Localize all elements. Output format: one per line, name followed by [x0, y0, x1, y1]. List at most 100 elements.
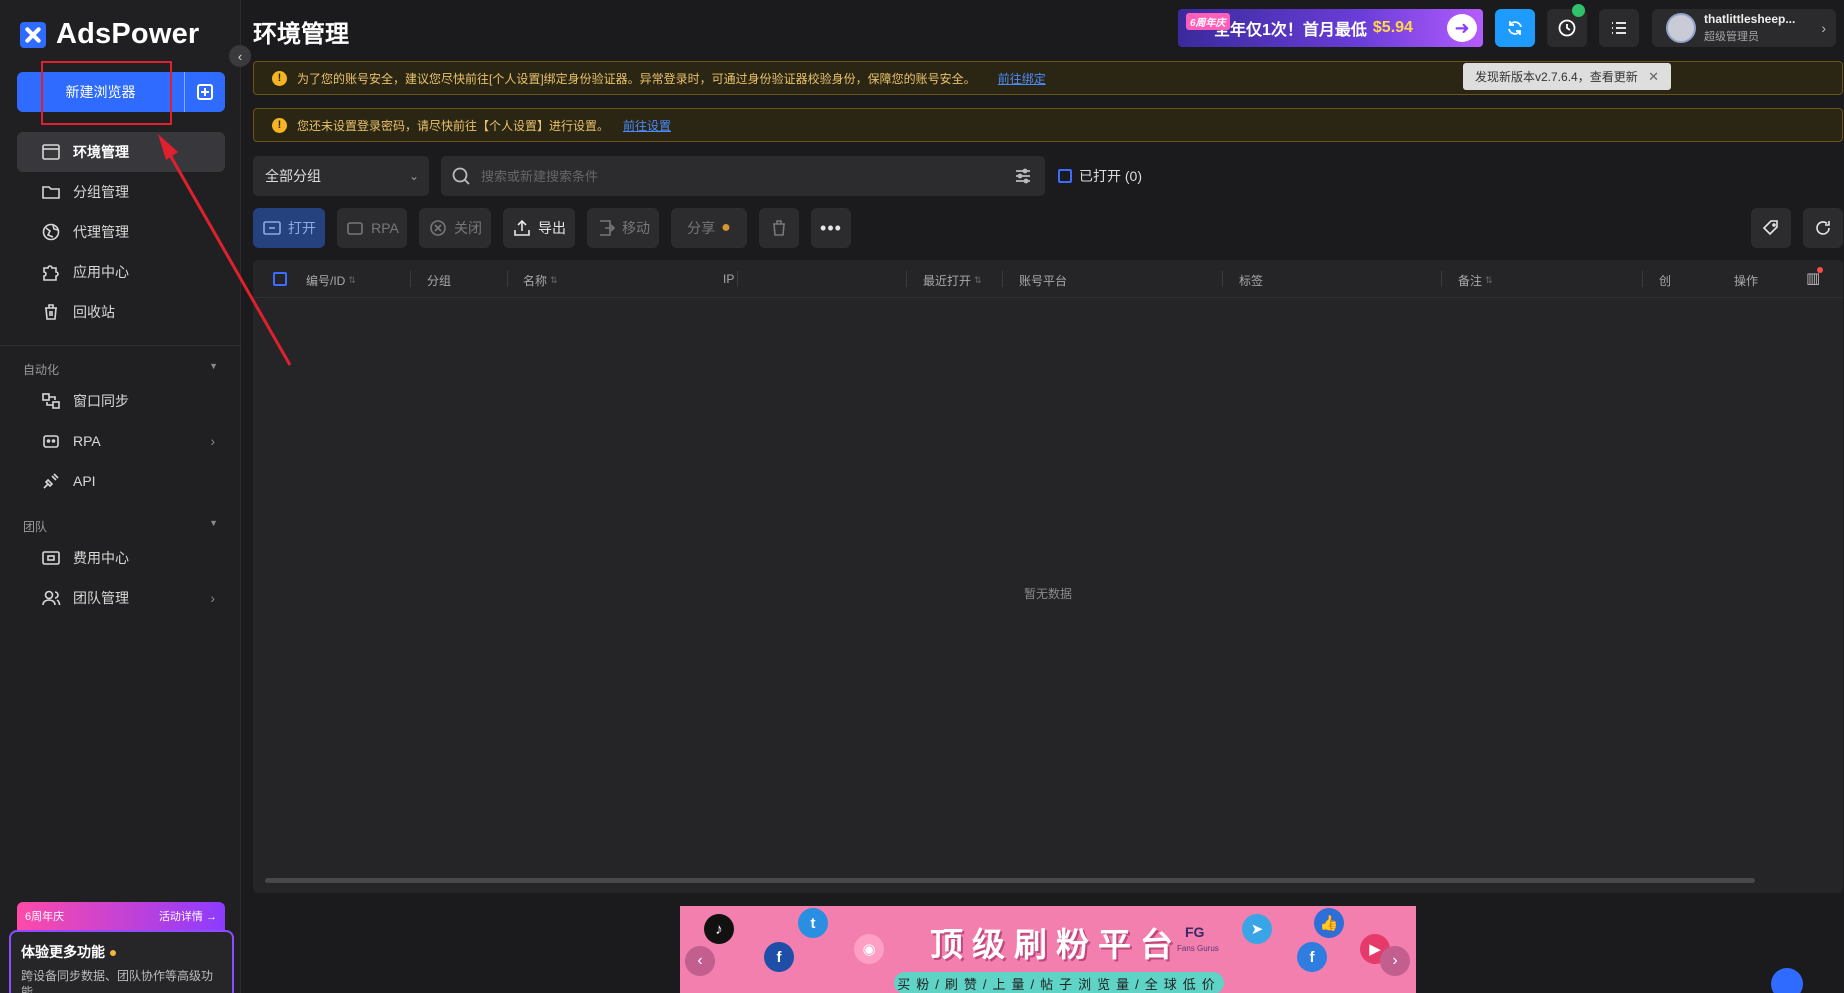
task-list-button[interactable]: [1599, 9, 1639, 47]
table-header: 编号/ID ⇅ 分组 名称 ⇅ IP 最近打开 ⇅ 账号平台 标签 备注 ⇅ 创 操作 …: [253, 260, 1843, 298]
sidebar-item-rpa[interactable]: RPA ›: [17, 421, 225, 461]
tag-button[interactable]: [1751, 208, 1791, 248]
anniversary-promo-bar[interactable]: 6周年庆 活动详情 →: [17, 902, 225, 930]
export-label: 导出: [538, 220, 566, 236]
automation-section-header[interactable]: 自动化 ▼: [23, 361, 218, 378]
sidebar-item-label: API: [73, 473, 96, 489]
column-divider: [737, 271, 738, 287]
sidebar-item-app-center[interactable]: 应用中心: [17, 252, 225, 292]
automation-nav: 窗口同步 RPA › API: [17, 381, 225, 501]
update-check-badge: [1572, 4, 1585, 17]
promo-details-link[interactable]: 活动详情 →: [159, 908, 217, 924]
search-bar: [441, 156, 1045, 196]
sidebar-item-billing[interactable]: 费用中心: [17, 538, 225, 578]
anniversary-banner-ad[interactable]: 6周年庆 全年仅1次！首月最低 $5.94 ➜: [1178, 9, 1483, 47]
upgrade-promo-card[interactable]: 体验更多功能 ● 跨设备同步数据、团队协作等高级功能: [9, 930, 234, 993]
opened-label: 已打开 (0): [1079, 168, 1142, 184]
new-browser-button[interactable]: 新建浏览器: [17, 72, 185, 112]
column-header-name[interactable]: 名称 ⇅: [523, 272, 558, 289]
more-button[interactable]: •••: [811, 208, 851, 248]
column-divider: [906, 271, 907, 287]
column-header-notes[interactable]: 备注 ⇅: [1458, 272, 1493, 289]
team-section-header[interactable]: 团队 ▼: [23, 518, 218, 535]
column-header-platform[interactable]: 账号平台: [1019, 272, 1067, 289]
arrow-right-icon: ➜: [1447, 14, 1477, 42]
close-browser-button[interactable]: 关闭: [419, 208, 491, 248]
add-box-icon: [197, 84, 213, 100]
horizontal-scrollbar[interactable]: [265, 878, 1755, 883]
opened-filter[interactable]: 已打开 (0): [1058, 166, 1142, 186]
user-name: thatlittlesheep...: [1704, 12, 1796, 26]
sync-app-button[interactable]: [1495, 9, 1535, 47]
filter-settings-icon[interactable]: [1013, 166, 1033, 186]
caret-down-icon: ▼: [209, 361, 218, 371]
user-role: 超级管理员: [1704, 31, 1759, 43]
main-nav: 环境管理 分组管理 代理管理 应用中心 回收站: [17, 132, 225, 332]
share-button[interactable]: 分享 ●: [671, 208, 747, 248]
update-tooltip[interactable]: 发现新版本v2.7.6.4，查看更新 ✕: [1463, 63, 1671, 90]
update-button[interactable]: [1547, 4, 1587, 47]
sidebar-item-groups[interactable]: 分组管理: [17, 172, 225, 212]
column-header-ip[interactable]: IP: [723, 272, 734, 286]
move-icon: [600, 220, 616, 236]
sidebar-item-trash[interactable]: 回收站: [17, 292, 225, 332]
fans-gurus-logo-icon: FG: [1185, 924, 1205, 940]
team-label: 团队: [23, 520, 48, 534]
sidebar-item-label: 环境管理: [73, 144, 129, 160]
facebook-icon: f: [764, 942, 794, 972]
column-header-created[interactable]: 创: [1659, 272, 1671, 289]
select-all-checkbox[interactable]: [273, 272, 287, 286]
instagram-icon: ◉: [854, 934, 884, 964]
export-button[interactable]: 导出: [503, 208, 575, 248]
refresh-button[interactable]: [1803, 208, 1843, 248]
batch-add-button[interactable]: [185, 72, 225, 112]
fans-gurus-ad-banner[interactable]: ‹ ♪ f t ◉ 顶级刷粉平台 FG Fans Gurus ➤ 👍 f ▶ ›…: [680, 906, 1416, 993]
sidebar-divider: [0, 345, 241, 346]
move-button[interactable]: 移动: [587, 208, 659, 248]
ad-next-button[interactable]: ›: [1380, 946, 1410, 976]
promo-badge: 6周年庆: [25, 911, 65, 923]
collapse-sidebar-button[interactable]: ‹: [229, 45, 251, 67]
rpa-label: RPA: [371, 220, 399, 236]
notification-dot: [1817, 267, 1823, 273]
proxy-globe-icon: [41, 222, 61, 242]
set-password-link[interactable]: 前往设置: [623, 117, 671, 134]
telegram-icon: ➤: [1242, 914, 1272, 944]
column-settings-icon[interactable]: ▥: [1806, 267, 1823, 287]
column-divider: [1441, 271, 1442, 287]
app-logo[interactable]: AdsPower: [20, 18, 199, 51]
tag-icon: [1762, 220, 1778, 236]
sidebar-item-label: RPA: [73, 433, 101, 449]
share-label: 分享: [687, 220, 716, 236]
opened-checkbox[interactable]: [1058, 169, 1072, 183]
user-menu[interactable]: thatlittlesheep... 超级管理员 ›: [1652, 9, 1836, 47]
open-button[interactable]: 打开: [253, 208, 325, 248]
promo-description: 跨设备同步数据、团队协作等高级功能: [21, 969, 214, 993]
rpa-robot-icon: [41, 431, 61, 451]
column-header-tags[interactable]: 标签: [1239, 272, 1263, 289]
support-chat-button[interactable]: [1771, 968, 1803, 993]
column-header-last-opened[interactable]: 最近打开 ⇅: [923, 272, 982, 289]
close-icon[interactable]: ✕: [1648, 69, 1659, 85]
column-header-group[interactable]: 分组: [427, 272, 451, 289]
promo-title: 体验更多功能: [21, 944, 105, 960]
ad-brand: Fans Gurus: [1177, 944, 1219, 953]
caret-down-icon: ▼: [209, 518, 218, 528]
sidebar-item-window-sync[interactable]: 窗口同步: [17, 381, 225, 421]
rpa-button[interactable]: RPA: [337, 208, 407, 248]
group-select[interactable]: 全部分组 ⌄: [253, 156, 429, 196]
sidebar-item-label: 团队管理: [73, 590, 129, 606]
column-header-id[interactable]: 编号/ID ⇅: [306, 272, 356, 289]
sidebar-item-profiles[interactable]: 环境管理: [17, 132, 225, 172]
sidebar-item-proxies[interactable]: 代理管理: [17, 212, 225, 252]
delete-button[interactable]: [759, 208, 799, 248]
folder-icon: [41, 182, 61, 202]
search-input[interactable]: [481, 168, 1001, 184]
sidebar-item-team[interactable]: 团队管理 ›: [17, 578, 225, 618]
open-label: 打开: [288, 220, 316, 236]
bind-authenticator-link[interactable]: 前往绑定: [998, 70, 1046, 87]
ad-prev-button[interactable]: ‹: [685, 946, 715, 976]
new-browser-button-group: 新建浏览器: [17, 72, 225, 112]
sort-icon: ⇅: [348, 275, 356, 285]
sidebar-item-api[interactable]: API: [17, 461, 225, 501]
